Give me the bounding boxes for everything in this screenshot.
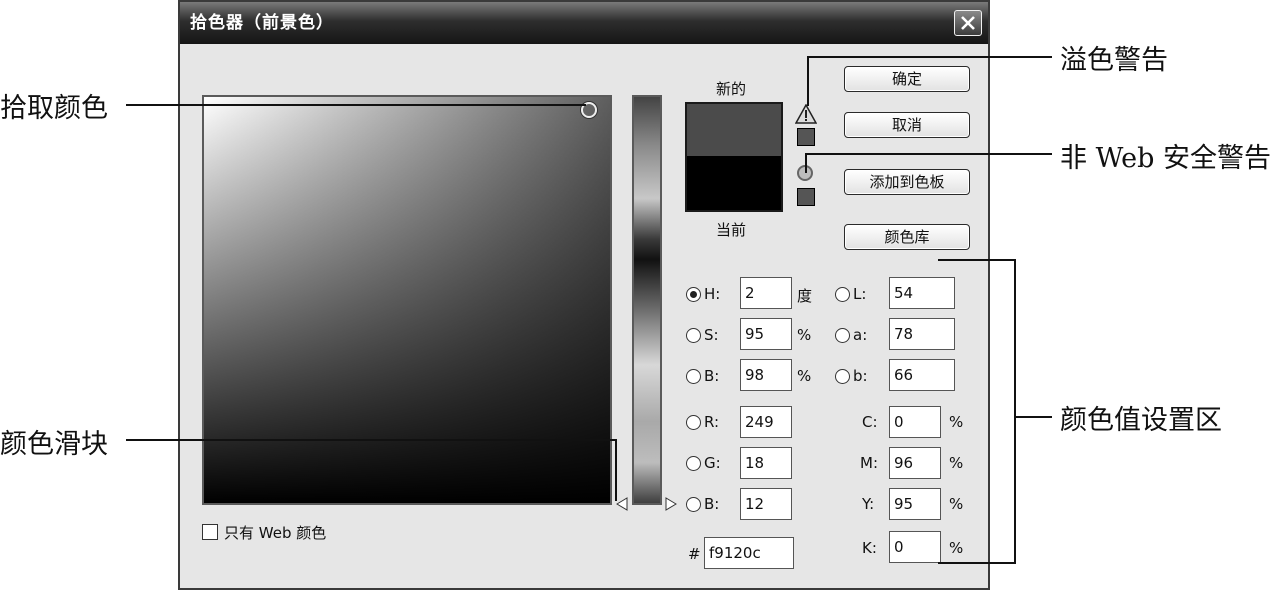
magenta-label: M:	[860, 454, 878, 472]
gamut-warning-icon[interactable]	[795, 104, 817, 124]
blue-label: B:	[704, 495, 720, 513]
annotation-line-web-vertical	[805, 153, 807, 173]
annotation-line-pick-color	[126, 104, 586, 106]
annotation-line-web-safe-warning	[805, 153, 1052, 155]
annotation-line-gamut-warning	[807, 56, 1052, 58]
annotation-bracket-vertical	[1014, 259, 1016, 564]
new-color-swatch	[687, 104, 781, 156]
cyan-label: C:	[862, 413, 878, 431]
magenta-input[interactable]: 96	[889, 447, 941, 479]
red-radio[interactable]	[686, 415, 701, 430]
annotation-pick-color: 拾取颜色	[0, 93, 108, 124]
hex-input[interactable]: f9120c	[704, 537, 794, 569]
lab-b-label: b:	[853, 367, 868, 385]
lab-a-radio[interactable]	[835, 328, 850, 343]
blue-input[interactable]: 12	[740, 488, 792, 520]
color-slider-bar[interactable]	[632, 95, 662, 505]
web-only-label: 只有 Web 颜色	[224, 524, 327, 542]
annotation-bracket-top	[938, 259, 1016, 261]
dialog-title: 拾色器（前景色）	[190, 13, 334, 33]
close-button[interactable]	[954, 10, 982, 36]
slider-right-arrow-icon[interactable]	[665, 497, 677, 511]
green-radio[interactable]	[686, 456, 701, 471]
yellow-input[interactable]: 95	[889, 488, 941, 520]
lab-b-input[interactable]: 66	[889, 359, 955, 391]
brightness-input[interactable]: 98	[740, 359, 792, 391]
add-to-swatches-button[interactable]: 添加到色板	[844, 169, 970, 195]
brightness-label: B:	[704, 367, 720, 385]
annotation-line-gamut-vertical	[807, 56, 809, 106]
slider-left-arrow-icon[interactable]	[616, 497, 628, 511]
saturation-input[interactable]: 95	[740, 318, 792, 350]
annotation-line-value-area	[1014, 416, 1052, 418]
magenta-unit: %	[949, 454, 964, 472]
saturation-label: S:	[704, 326, 719, 344]
black-input[interactable]: 0	[889, 531, 941, 563]
cyan-input[interactable]: 0	[889, 406, 941, 438]
gamut-warning-swatch[interactable]	[797, 128, 815, 146]
lab-a-input[interactable]: 78	[889, 318, 955, 350]
red-input[interactable]: 249	[740, 406, 792, 438]
black-label: K:	[862, 539, 877, 557]
annotation-line-color-slider	[126, 439, 616, 441]
current-color-swatch[interactable]	[687, 156, 781, 210]
green-input[interactable]: 18	[740, 447, 792, 479]
cyan-unit: %	[949, 413, 964, 431]
color-picker-dialog: 拾色器（前景色） 只有 Web 颜色 新的 当前 确定 取消 添加到色板 颜色库	[178, 0, 990, 590]
annotation-value-area: 颜色值设置区	[1060, 405, 1222, 436]
web-safe-warning-swatch[interactable]	[797, 188, 815, 206]
saturation-radio[interactable]	[686, 328, 701, 343]
hue-input[interactable]: 2	[740, 277, 792, 309]
ok-button[interactable]: 确定	[844, 66, 970, 92]
annotation-gamut-warning: 溢色警告	[1060, 45, 1168, 76]
brightness-unit: %	[797, 367, 812, 385]
color-field[interactable]	[202, 95, 612, 505]
black-unit: %	[949, 539, 964, 557]
lab-a-label: a:	[853, 326, 868, 344]
web-only-checkbox[interactable]	[202, 524, 218, 540]
color-libraries-button[interactable]: 颜色库	[844, 224, 970, 250]
title-bar[interactable]: 拾色器（前景色）	[180, 2, 988, 44]
hex-label: #	[688, 545, 701, 563]
hue-unit: 度	[797, 287, 813, 305]
red-label: R:	[704, 413, 720, 431]
annotation-web-safe-warning: 非 Web 安全警告	[1060, 143, 1271, 174]
lab-l-radio[interactable]	[835, 287, 850, 302]
yellow-unit: %	[949, 495, 964, 513]
annotation-color-slider: 颜色滑块	[0, 429, 108, 460]
close-icon	[961, 16, 975, 30]
green-label: G:	[704, 454, 721, 472]
cancel-button[interactable]: 取消	[844, 112, 970, 138]
hue-radio[interactable]	[686, 287, 701, 302]
blue-radio[interactable]	[686, 497, 701, 512]
yellow-label: Y:	[862, 495, 875, 513]
lab-b-radio[interactable]	[835, 369, 850, 384]
hue-label: H:	[704, 285, 721, 303]
annotation-line-color-slider-drop	[615, 439, 617, 501]
annotation-bracket-bottom	[938, 562, 1016, 564]
current-color-label: 当前	[716, 221, 747, 239]
lab-l-label: L:	[853, 285, 867, 303]
lab-l-input[interactable]: 54	[889, 277, 955, 309]
brightness-radio[interactable]	[686, 369, 701, 384]
new-color-label: 新的	[716, 80, 747, 98]
saturation-unit: %	[797, 326, 812, 344]
color-compare-swatch	[685, 102, 783, 212]
